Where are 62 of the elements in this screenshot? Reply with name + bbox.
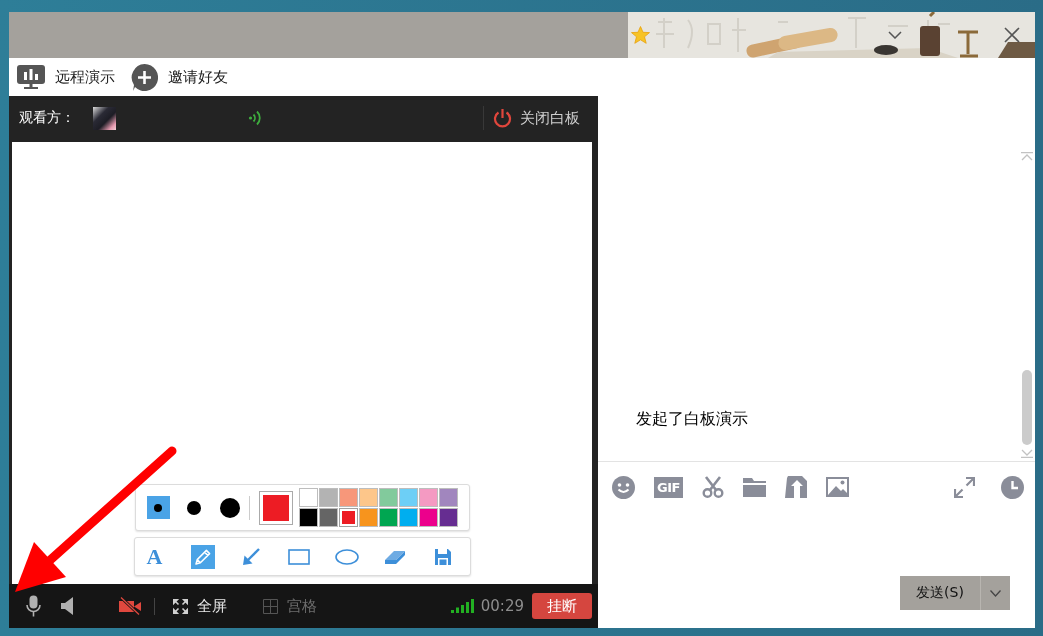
color-swatch[interactable] <box>298 488 318 507</box>
avatar-photo-placeholder <box>93 106 116 130</box>
scissors-icon[interactable] <box>701 476 724 498</box>
tool-button[interactable] <box>190 544 215 569</box>
pen-size-button[interactable] <box>146 496 170 519</box>
color-swatch[interactable] <box>378 508 398 527</box>
ellipse-icon <box>334 548 359 565</box>
color-swatch[interactable] <box>358 508 378 527</box>
pen-size-button[interactable] <box>218 496 242 519</box>
color-swatch[interactable] <box>438 488 458 507</box>
send-options-button[interactable] <box>981 576 1010 610</box>
save-icon <box>433 547 452 566</box>
fullscreen-button[interactable]: 全屏 <box>173 596 227 616</box>
send-button[interactable]: 发送(S) <box>900 576 980 610</box>
upload-arrow-icon[interactable] <box>784 476 807 498</box>
microphone-icon[interactable] <box>26 595 41 617</box>
color-swatch[interactable] <box>338 508 358 527</box>
toolbar-button[interactable]: 邀请好友 <box>131 63 228 91</box>
camera-off-icon[interactable] <box>119 597 141 615</box>
speaker-icon[interactable] <box>61 597 73 615</box>
signal-bars-icon <box>450 599 475 613</box>
close-icon[interactable] <box>1004 27 1020 43</box>
pencil-icon <box>193 547 212 566</box>
wireless-signal-icon <box>248 110 262 126</box>
color-swatch[interactable] <box>338 488 358 507</box>
expand-icon <box>173 598 188 614</box>
eraser-icon <box>383 548 406 565</box>
arrow-icon <box>241 547 260 566</box>
power-icon <box>493 108 512 128</box>
dot-icon <box>187 500 201 515</box>
folder-icon[interactable] <box>742 477 766 497</box>
color-swatch[interactable] <box>418 488 438 507</box>
call-timer: 00:29 <box>480 597 524 615</box>
color-swatch[interactable] <box>298 508 318 527</box>
grid-icon <box>263 598 278 614</box>
rectangle-icon <box>287 548 310 565</box>
color-swatch[interactable] <box>418 508 438 527</box>
dot-icon <box>154 503 162 512</box>
color-swatch[interactable] <box>318 508 338 527</box>
close-whiteboard-button[interactable]: 关闭白板 <box>493 108 580 128</box>
color-swatch[interactable] <box>358 488 378 507</box>
star-icon[interactable] <box>631 26 650 44</box>
toolbar-button[interactable]: 远程演示 <box>17 65 115 89</box>
color-swatch[interactable] <box>318 488 338 507</box>
expand-icon[interactable] <box>954 476 975 498</box>
caret-icon <box>990 589 1001 597</box>
clock-icon[interactable] <box>1001 475 1024 499</box>
hang-up-button[interactable]: 挂断 <box>532 593 592 619</box>
current-color-swatch <box>258 490 293 525</box>
chevron-down-icon[interactable] <box>888 31 902 39</box>
dot-icon <box>220 497 240 518</box>
color-swatch[interactable] <box>378 488 398 507</box>
smiley-icon[interactable] <box>612 475 635 499</box>
viewer-label: 观看方： <box>19 109 75 127</box>
scrollbar-thumb[interactable] <box>1022 370 1032 445</box>
color-swatch[interactable] <box>398 488 418 507</box>
chevron-up-icon[interactable] <box>1021 152 1033 161</box>
presentation-screen-icon <box>17 65 45 89</box>
color-swatch[interactable] <box>438 508 458 527</box>
image-icon[interactable] <box>825 477 849 497</box>
chat-message: 发起了白板演示 <box>636 409 748 430</box>
color-swatch[interactable] <box>398 508 418 527</box>
